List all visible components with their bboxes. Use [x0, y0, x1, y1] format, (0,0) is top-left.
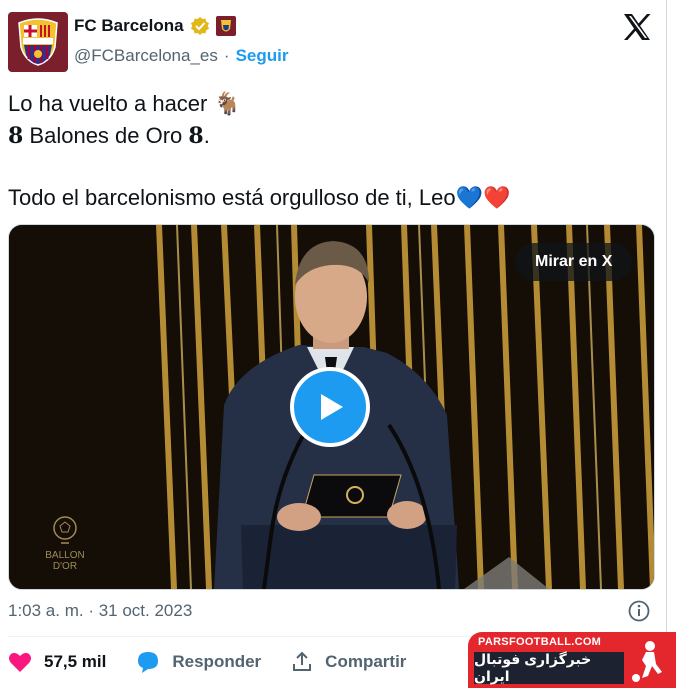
tweet-text: Lo ha vuelto a hacer 🐐 8 Balones de Oro …: [8, 88, 648, 214]
account-handle[interactable]: @FCBarcelona_es: [74, 46, 218, 66]
tweet-line-2: 8 Balones de Oro 8.: [8, 120, 648, 152]
info-icon[interactable]: [628, 600, 650, 622]
avatar[interactable]: [8, 12, 68, 72]
tweet-number-b: 8: [188, 123, 204, 149]
separator-dot: ·: [223, 46, 230, 65]
account-name[interactable]: FC Barcelona: [74, 16, 184, 36]
footballer-silhouette-icon: [632, 641, 662, 682]
tweet-card: FC Barcelona @FCBarcelona_es · Seguir Lo…: [0, 0, 667, 688]
tweet-number-a: 8: [8, 123, 24, 149]
ballon-dor-line-2: D'OR: [52, 561, 78, 572]
ballon-dor-line-1: BALLON: [45, 550, 85, 561]
ballon-dor-ball-icon: [53, 516, 77, 544]
fcb-crest-icon: [18, 18, 58, 66]
like-button[interactable]: 57,5 mil: [8, 651, 106, 673]
video-player[interactable]: Mirar en X BALLON D'OR: [8, 224, 655, 590]
tweet-line-2-text: Balones de Oro: [23, 123, 189, 148]
parsfootball-watermark: PARSFOOTBALL.COM خبرگزاری فوتبال ایران: [468, 632, 676, 688]
account-header: FC Barcelona: [74, 16, 236, 36]
tweet-line-2-end: .: [203, 123, 210, 148]
handle-row: @FCBarcelona_es · Seguir: [74, 46, 288, 66]
reply-button[interactable]: Responder: [136, 650, 261, 674]
watch-on-x-button[interactable]: Mirar en X: [515, 243, 633, 281]
ballon-dor-logo: BALLON D'OR: [39, 513, 91, 572]
watermark-site: PARSFOOTBALL.COM: [478, 636, 602, 648]
share-label: Compartir: [325, 652, 407, 671]
tweet-timestamp[interactable]: 1:03 a. m. · 31 oct. 2023: [8, 601, 192, 621]
like-count: 57,5 mil: [44, 652, 107, 671]
tweet-line-3: Todo el barcelonismo está orgulloso de t…: [8, 185, 511, 210]
watermark-tagline: خبرگزاری فوتبال ایران: [474, 651, 624, 684]
play-icon: [321, 394, 343, 420]
x-logo-icon[interactable]: [620, 10, 654, 44]
share-button[interactable]: Compartir: [291, 651, 406, 673]
tweet-line-1: Lo ha vuelto a hacer 🐐: [8, 91, 241, 116]
action-bar: 57,5 mil Responder Compartir: [8, 650, 428, 674]
verified-badge-icon: [190, 17, 209, 35]
heart-icon: [9, 652, 31, 672]
share-icon: [293, 651, 312, 671]
follow-button[interactable]: Seguir: [236, 46, 289, 66]
affiliate-badge-icon[interactable]: [215, 16, 236, 36]
play-button[interactable]: [290, 367, 370, 447]
reply-bubble-icon: [138, 652, 159, 673]
reply-label: Responder: [172, 652, 262, 671]
